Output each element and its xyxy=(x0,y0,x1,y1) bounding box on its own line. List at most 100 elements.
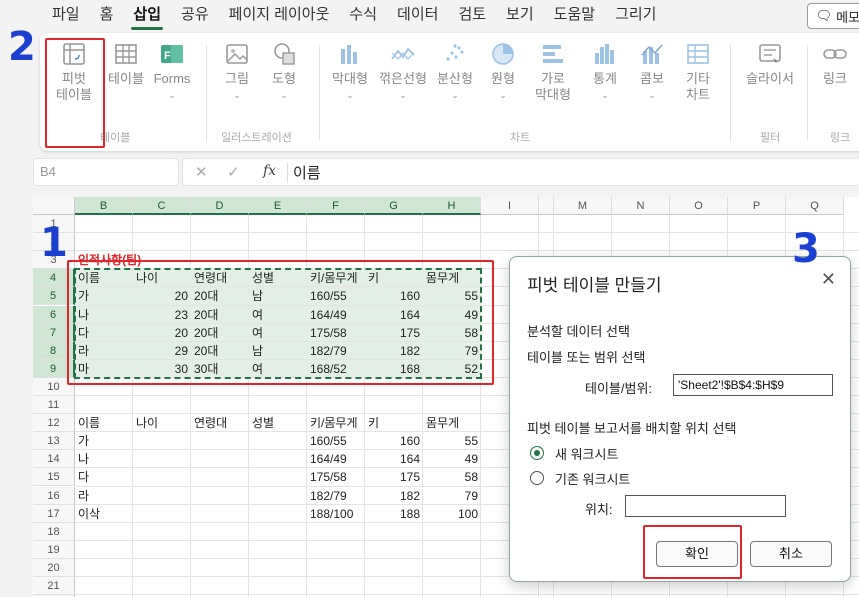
table2-cell[interactable]: 55 xyxy=(426,432,480,450)
table2-cell[interactable]: 160/55 xyxy=(310,432,364,450)
menu-tab-3[interactable]: 공유 xyxy=(171,0,219,32)
statistics-chart-button[interactable]: 통계 ⌄ xyxy=(579,41,631,103)
table2-cell[interactable]: 58 xyxy=(426,468,480,486)
table2-cell[interactable]: 175/58 xyxy=(310,468,364,486)
menu-tab-1[interactable]: 홈 xyxy=(90,0,124,32)
table2-cell[interactable]: 라 xyxy=(78,487,132,505)
table2-header-cell[interactable]: 키/몸무게 xyxy=(310,414,364,432)
table2-cell[interactable]: 79 xyxy=(426,487,480,505)
table2-cell[interactable] xyxy=(252,487,306,505)
range-input[interactable] xyxy=(673,374,833,396)
shapes-button[interactable]: 도형 ⌄ xyxy=(258,41,310,103)
image-button[interactable]: 그림 ⌄ xyxy=(211,41,263,103)
menu-tab-5[interactable]: 수식 xyxy=(339,0,387,32)
combo-chart-button[interactable]: 콤보 ⌄ xyxy=(626,41,678,103)
column-header-H[interactable]: H xyxy=(423,197,481,215)
select-all-corner[interactable] xyxy=(33,197,75,215)
link-button[interactable]: 링크 xyxy=(814,41,856,87)
menu-tab-4[interactable]: 페이지 레이아웃 xyxy=(219,0,340,32)
menu-tab-0[interactable]: 파일 xyxy=(42,0,90,32)
table2-cell[interactable]: 160 xyxy=(368,432,422,450)
location-input[interactable] xyxy=(625,495,786,517)
table2-header-cell[interactable]: 키 xyxy=(368,414,422,432)
menu-tab-2[interactable]: 삽입 xyxy=(123,0,171,32)
table2-cell[interactable]: 164/49 xyxy=(310,450,364,468)
table2-cell[interactable]: 나 xyxy=(78,450,132,468)
column-header-O[interactable]: O xyxy=(670,197,728,215)
table2-cell[interactable]: 164 xyxy=(368,450,422,468)
table2-cell[interactable]: 188 xyxy=(368,505,422,523)
pie-chart-button[interactable]: 원형 ⌄ xyxy=(477,41,529,103)
horizontal-bar-chart-button[interactable]: 가로 막대형 xyxy=(527,41,579,103)
table2-cell[interactable] xyxy=(136,487,190,505)
column-header-I[interactable]: I xyxy=(481,197,539,215)
close-icon[interactable]: ✕ xyxy=(821,269,836,290)
table2-header-cell[interactable]: 연령대 xyxy=(194,414,248,432)
table2-header-cell[interactable]: 성별 xyxy=(252,414,306,432)
line-chart-button[interactable]: 꺾은선형 ⌄ xyxy=(377,41,429,103)
table2-cell[interactable] xyxy=(194,487,248,505)
column-header-F[interactable]: F xyxy=(307,197,365,215)
radio-existing-worksheet[interactable] xyxy=(530,471,544,485)
column-header-P[interactable]: P xyxy=(728,197,786,215)
table-button[interactable]: 테이블 xyxy=(100,41,152,87)
table2-cell[interactable]: 49 xyxy=(426,450,480,468)
column-header-B[interactable]: B xyxy=(75,197,133,215)
menu-tab-7[interactable]: 검토 xyxy=(448,0,496,32)
table2-cell[interactable]: 가 xyxy=(78,432,132,450)
column-header-N[interactable]: N xyxy=(612,197,670,215)
radio-new-worksheet[interactable] xyxy=(530,446,544,460)
table2-header-cell[interactable]: 이름 xyxy=(78,414,132,432)
column-header-Q[interactable]: Q xyxy=(786,197,844,215)
menu-tab-8[interactable]: 보기 xyxy=(496,0,544,32)
row-header-15[interactable]: 15 xyxy=(33,468,75,487)
column-header-hidden[interactable] xyxy=(539,197,554,215)
table2-cell[interactable] xyxy=(252,450,306,468)
row-header-19[interactable]: 19 xyxy=(33,540,75,559)
table2-cell[interactable] xyxy=(194,450,248,468)
memo-button[interactable]: 🗨 메모 xyxy=(806,3,859,29)
row-header-18[interactable]: 18 xyxy=(33,522,75,541)
formula-input[interactable]: 이름 xyxy=(293,162,321,183)
table2-cell[interactable] xyxy=(136,505,190,523)
row-header-20[interactable]: 20 xyxy=(33,558,75,577)
row-header-12[interactable]: 12 xyxy=(33,414,75,433)
other-chart-button[interactable]: 기타 차트 xyxy=(672,41,724,103)
table2-cell[interactable] xyxy=(194,468,248,486)
scatter-chart-button[interactable]: 분산형 ⌄ xyxy=(429,41,481,103)
table2-cell[interactable]: 이삭 xyxy=(78,505,132,523)
menu-tab-10[interactable]: 그리기 xyxy=(605,0,666,32)
table2-header-cell[interactable]: 몸무게 xyxy=(426,414,480,432)
column-header-M[interactable]: M xyxy=(554,197,612,215)
table2-cell[interactable] xyxy=(136,468,190,486)
row-header-21[interactable]: 21 xyxy=(33,577,75,596)
row-header-16[interactable]: 16 xyxy=(33,486,75,505)
table2-cell[interactable]: 175 xyxy=(368,468,422,486)
row-header-11[interactable]: 11 xyxy=(33,396,75,415)
name-box[interactable]: B4 xyxy=(33,158,179,186)
cancel-button[interactable]: 취소 xyxy=(750,541,832,567)
table2-cell[interactable]: 188/100 xyxy=(310,505,364,523)
row-header-14[interactable]: 14 xyxy=(33,450,75,469)
check-icon[interactable]: ✓ xyxy=(227,163,240,181)
table2-cell[interactable] xyxy=(252,468,306,486)
menu-tab-6[interactable]: 데이터 xyxy=(387,0,448,32)
slicer-button[interactable]: 슬라이서 xyxy=(740,41,800,87)
fx-icon[interactable]: fx xyxy=(263,163,276,179)
column-header-C[interactable]: C xyxy=(133,197,191,215)
table2-header-cell[interactable]: 나이 xyxy=(136,414,190,432)
table2-cell[interactable] xyxy=(194,505,248,523)
table2-cell[interactable] xyxy=(252,432,306,450)
table2-cell[interactable] xyxy=(252,505,306,523)
table2-cell[interactable] xyxy=(136,432,190,450)
column-header-D[interactable]: D xyxy=(191,197,249,215)
table2-cell[interactable]: 182/79 xyxy=(310,487,364,505)
bar-chart-button[interactable]: 막대형 ⌄ xyxy=(324,41,376,103)
column-header-E[interactable]: E xyxy=(249,197,307,215)
forms-button[interactable]: F Forms ⌄ xyxy=(146,41,198,103)
table2-cell[interactable]: 다 xyxy=(78,468,132,486)
cancel-icon[interactable]: ✕ xyxy=(195,163,208,181)
menu-tab-9[interactable]: 도움말 xyxy=(544,0,605,32)
table2-cell[interactable]: 182 xyxy=(368,487,422,505)
row-header-13[interactable]: 13 xyxy=(33,432,75,451)
